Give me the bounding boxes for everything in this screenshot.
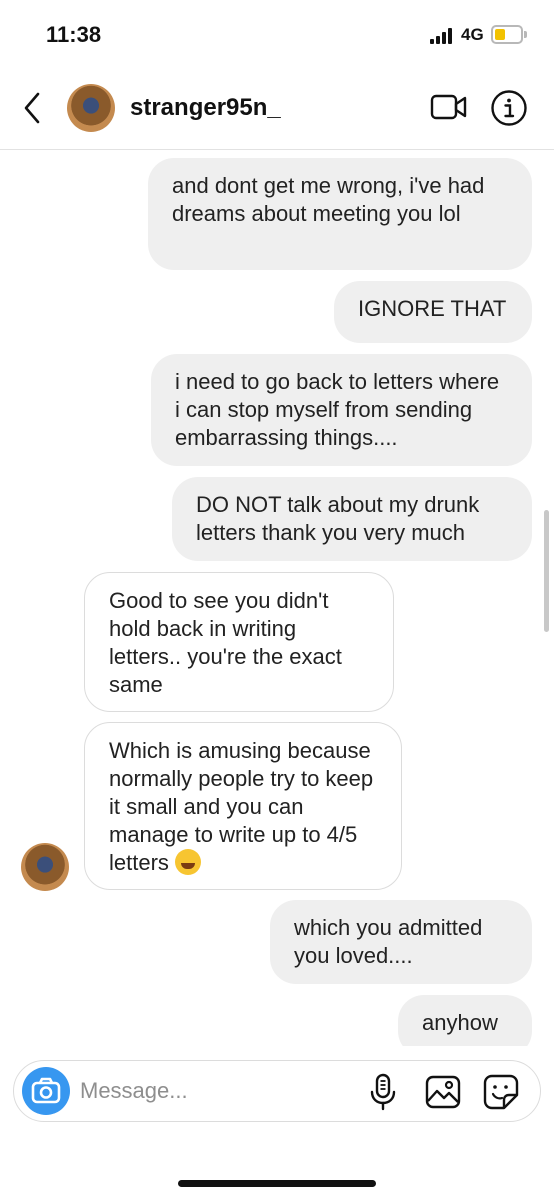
back-button[interactable] xyxy=(18,90,48,126)
message-text: DO NOT talk about my drunk letters thank… xyxy=(196,492,480,545)
video-call-button[interactable] xyxy=(430,92,468,122)
battery-tip xyxy=(524,31,527,38)
message-input[interactable] xyxy=(80,1075,350,1107)
info-button[interactable] xyxy=(490,89,528,127)
message-bubble-outgoing[interactable]: i need to go back to letters where i can… xyxy=(151,354,532,466)
message-bubble-outgoing[interactable]: and dont get me wrong, i've had dreams a… xyxy=(148,158,532,270)
microphone-button[interactable] xyxy=(368,1073,398,1111)
sticker-button[interactable] xyxy=(482,1073,520,1111)
dm-screen: 11:38 4G stranger95n_ and dont get me wr… xyxy=(0,0,554,1200)
signal-icon xyxy=(430,28,454,44)
battery-icon xyxy=(491,25,523,44)
message-bubble-outgoing[interactable]: DO NOT talk about my drunk letters thank… xyxy=(172,477,532,561)
scrollbar[interactable] xyxy=(544,510,549,632)
message-thread[interactable]: and dont get me wrong, i've had dreams a… xyxy=(0,151,554,1046)
message-text: IGNORE THAT xyxy=(358,296,507,321)
sticker-icon xyxy=(483,1074,519,1110)
camera-button[interactable] xyxy=(22,1067,70,1115)
message-text: Good to see you didn't hold back in writ… xyxy=(109,588,342,697)
message-text: i need to go back to letters where i can… xyxy=(175,369,500,450)
message-bubble-outgoing[interactable]: which you admitted you loved.... xyxy=(270,900,532,984)
message-bubble-outgoing[interactable]: IGNORE THAT xyxy=(334,281,532,343)
network-type: 4G xyxy=(461,25,484,44)
battery-level xyxy=(495,29,505,40)
message-bubble-outgoing[interactable]: anyhow xyxy=(398,995,532,1046)
message-text: anyhow xyxy=(422,1010,498,1035)
message-bubble-incoming[interactable]: Which is amusing because normally people… xyxy=(84,722,402,890)
gallery-button[interactable] xyxy=(424,1073,462,1111)
home-indicator[interactable] xyxy=(178,1180,376,1187)
rolling-laughing-emoji-icon xyxy=(175,849,202,875)
message-bubble-incoming[interactable]: Good to see you didn't hold back in writ… xyxy=(84,572,394,712)
info-icon xyxy=(491,90,527,126)
contact-username[interactable]: stranger95n_ xyxy=(130,94,281,122)
image-icon xyxy=(425,1075,461,1109)
status-time: 11:38 xyxy=(46,22,102,47)
status-bar: 11:38 4G xyxy=(0,0,554,70)
chat-header: stranger95n_ xyxy=(0,70,554,150)
contact-avatar[interactable] xyxy=(67,84,115,132)
message-composer xyxy=(13,1060,541,1122)
sender-avatar[interactable] xyxy=(21,843,69,891)
chevron-left-icon xyxy=(24,92,40,124)
camera-icon xyxy=(31,1077,61,1104)
video-camera-icon xyxy=(430,94,467,120)
message-text: Which is amusing because normally people… xyxy=(109,738,374,875)
message-text: and dont get me wrong, i've had dreams a… xyxy=(172,173,485,226)
message-text: which you admitted you loved.... xyxy=(294,915,483,968)
microphone-icon xyxy=(370,1073,396,1111)
